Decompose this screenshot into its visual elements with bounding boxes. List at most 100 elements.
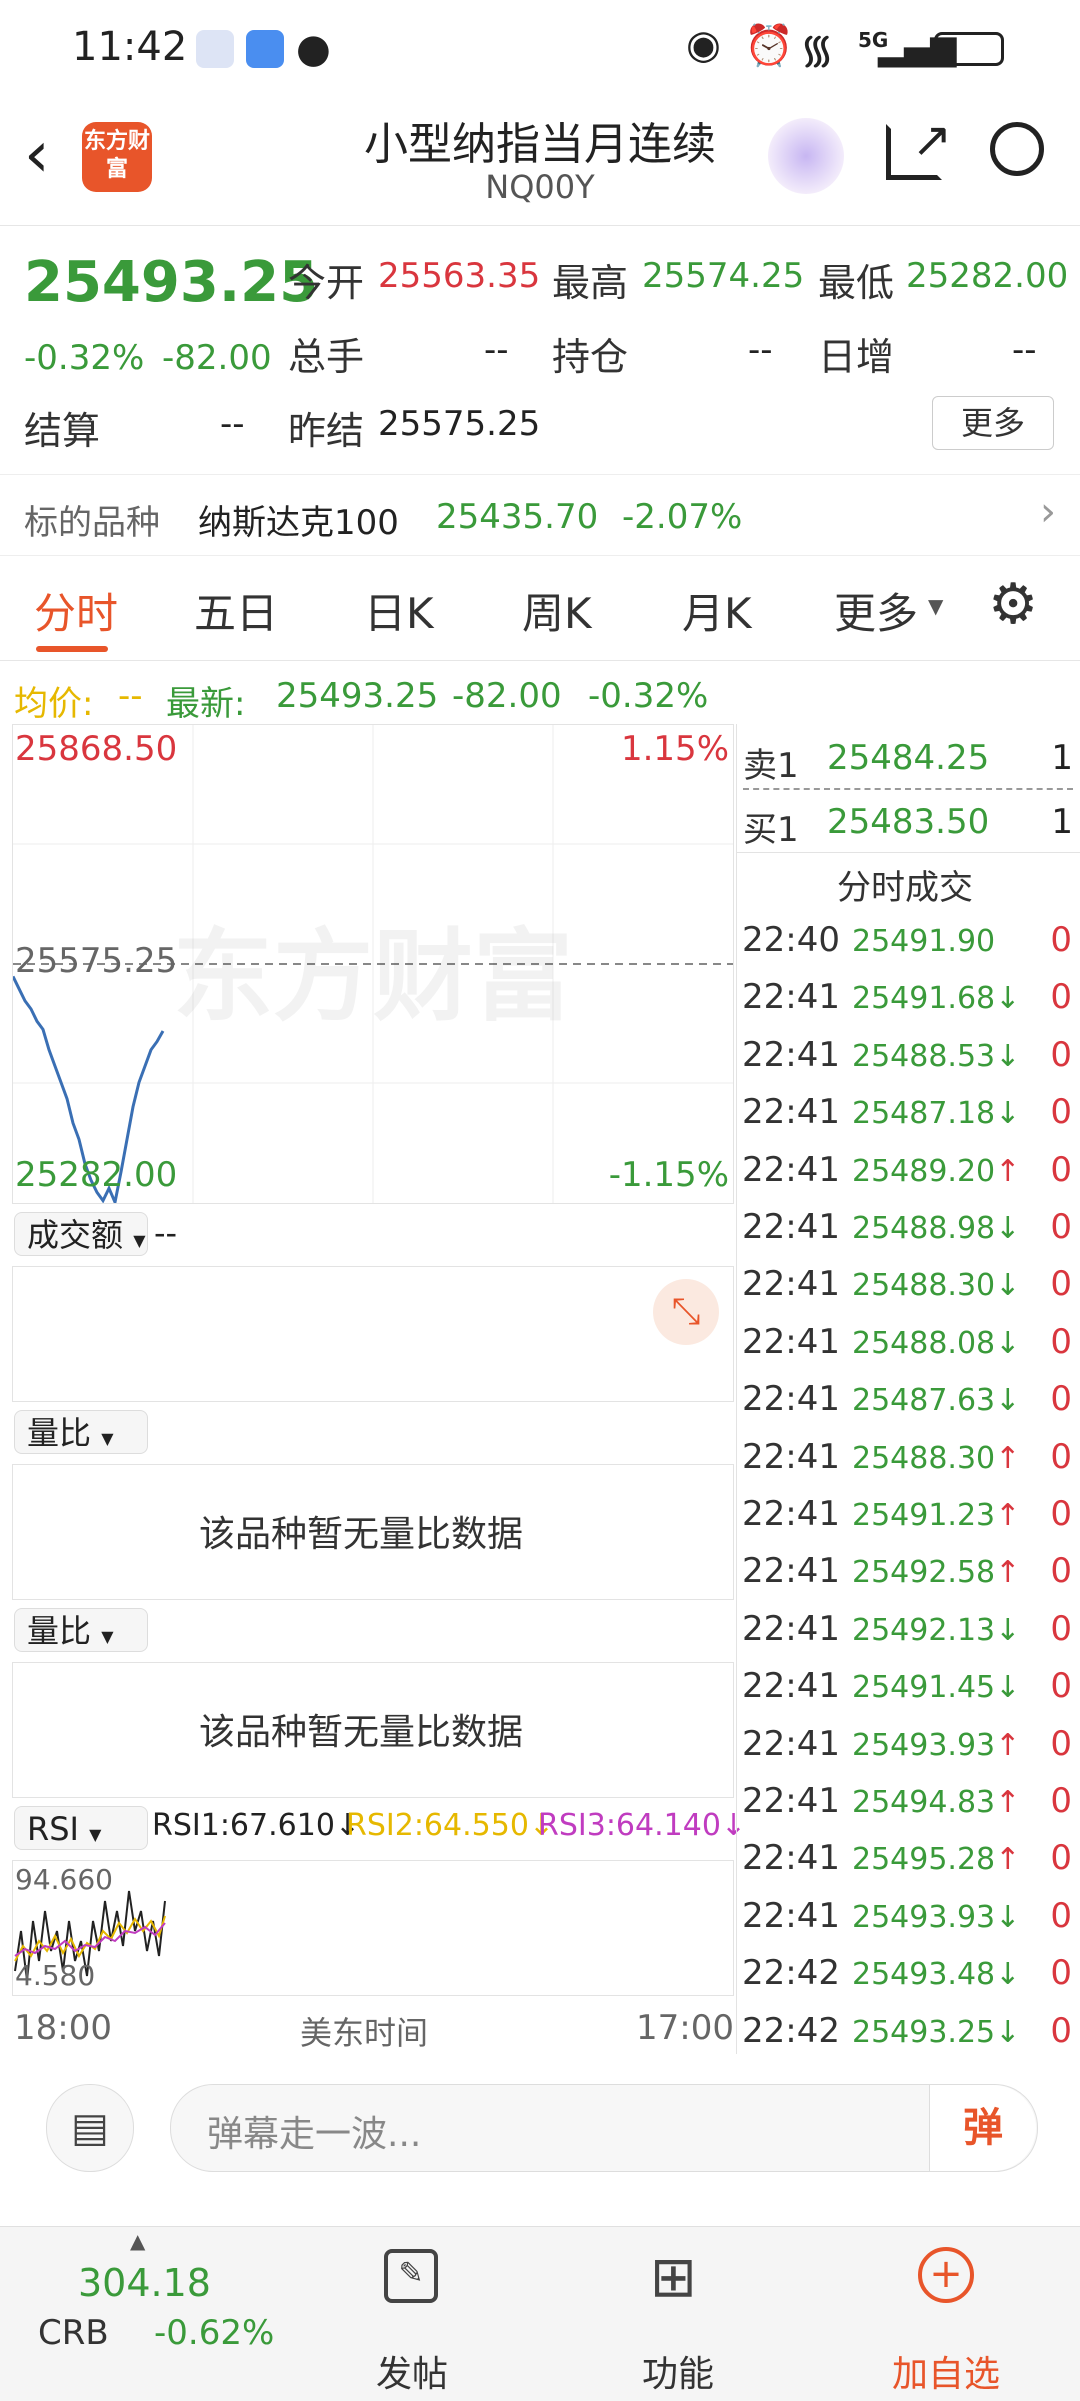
battery-icon: [934, 32, 1004, 66]
status-bar: 11:42 ● ◉ ⏰ ᯾ 5G ▂▄▆: [0, 0, 1080, 100]
robot-avatar-icon[interactable]: [768, 118, 844, 194]
dropdown-triangle-icon: ▼: [101, 1627, 114, 1646]
trade-price: 25492.13↓: [852, 1613, 1020, 1648]
trade-price-value: 25493.25: [852, 2014, 996, 2050]
ratio-selector-label-2: 量比: [27, 1612, 92, 1650]
open-interest-value: --: [748, 330, 773, 370]
add-watchlist-button[interactable]: + 加自选: [846, 2227, 1046, 2401]
ask-price: 25484.25: [827, 738, 990, 778]
rsi3-value: RSI3:64.140↓: [538, 1808, 747, 1843]
daily-increase-value: --: [1012, 330, 1037, 370]
trade-row: 22:41 25495.28↑ 0: [742, 1832, 1080, 1889]
trade-row: 22:41 25488.53↓ 0: [742, 1029, 1080, 1086]
trade-volume: 0: [1050, 1895, 1072, 1936]
trade-row: 22:41 25488.30↓ 0: [742, 1258, 1080, 1315]
arrow-up-icon: ↑: [995, 1555, 1021, 1591]
trade-price: 25488.30↓: [852, 1268, 1020, 1303]
ratio-indicator-selector-1[interactable]: 量比 ▼: [14, 1410, 148, 1454]
tab-five-day[interactable]: 五日: [194, 580, 278, 641]
latest-label: 最新:: [166, 684, 246, 724]
app-notification-icon: [196, 30, 234, 68]
trade-time: 22:41: [742, 1207, 840, 1247]
trade-row: 22:41 25487.63↓ 0: [742, 1373, 1080, 1430]
trade-price-value: 25495.28: [852, 1842, 996, 1878]
qq-icon: ●: [296, 26, 331, 72]
trade-price: 25491.45↓: [852, 1670, 1020, 1705]
brand-logo[interactable]: 东方财富: [82, 122, 152, 192]
rsi-selector-label: RSI: [27, 1810, 79, 1848]
post-button[interactable]: ✎ 发帖: [312, 2227, 512, 2401]
trade-price: 25495.28↑: [852, 1842, 1020, 1877]
open-label: 今开: [288, 261, 365, 305]
arrow-down-icon: ↓: [995, 1957, 1021, 1993]
arrow-up-icon: ↑: [995, 1498, 1021, 1533]
function-button[interactable]: ⊞ 功能: [578, 2227, 778, 2401]
chart-top-pct: 1.15%: [620, 729, 729, 769]
trade-volume: 0: [1050, 1494, 1072, 1534]
crb-index-widget[interactable]: ▲ 304.18 CRB -0.62%: [20, 2227, 280, 2401]
trade-price: 25487.63↓: [852, 1383, 1020, 1418]
trade-volume: 0: [1050, 1666, 1072, 1707]
rsi-chart[interactable]: 94.660 4.580: [12, 1860, 734, 1996]
trade-price: 25488.08↓: [852, 1326, 1020, 1361]
trade-volume: 0: [1050, 920, 1072, 960]
volume-chart[interactable]: ⤡: [12, 1266, 734, 1402]
danmu-input-box[interactable]: 弹幕走一波... 弹: [170, 2084, 1038, 2172]
trade-time: 22:42: [742, 2010, 840, 2051]
trade-time: 22:40: [742, 920, 840, 960]
tab-intraday[interactable]: 分时: [34, 580, 118, 641]
trade-price: 25491.23↑: [852, 1498, 1020, 1533]
trade-volume: 0: [1050, 1321, 1072, 1362]
settle-label: 结算: [24, 409, 101, 453]
trade-time: 22:41: [742, 1436, 840, 1477]
latest-change: -82.00: [452, 676, 562, 716]
high-label: 最高: [552, 261, 629, 305]
ask-label: 卖1: [743, 746, 799, 786]
search-icon[interactable]: [990, 122, 1044, 176]
trade-row: 22:41 25488.30↑ 0: [742, 1431, 1080, 1488]
danmu-input[interactable]: 弹幕走一波...: [207, 2105, 421, 2157]
trade-price: 25489.20↑: [852, 1154, 1020, 1189]
quote-panel: 25493.25 -0.32% -82.00 今开 25563.35 最高 25…: [0, 226, 1080, 474]
tab-weekly-k[interactable]: 周K: [522, 580, 592, 641]
latest-change-pct: -0.32%: [588, 676, 709, 716]
dropdown-triangle-icon: ▼: [89, 1825, 102, 1844]
trade-volume: 0: [1050, 1551, 1072, 1592]
rsi-indicator-selector[interactable]: RSI ▼: [14, 1806, 148, 1850]
volume-indicator-selector[interactable]: 成交额 ▼: [14, 1212, 148, 1256]
trade-row: 22:42 25493.25↓ 0: [742, 2005, 1080, 2062]
tab-daily-k[interactable]: 日K: [364, 580, 434, 641]
last-price: 25493.25: [24, 250, 319, 315]
danmu-toggle-button[interactable]: 弹: [929, 2085, 1036, 2171]
trade-price-value: 25488.53: [852, 1038, 996, 1074]
comment-settings-icon[interactable]: ▤: [46, 2084, 134, 2172]
ratio-indicator-selector-2[interactable]: 量比 ▼: [14, 1608, 148, 1652]
tab-monthly-k[interactable]: 月K: [682, 580, 752, 641]
trade-time: 22:41: [742, 1379, 840, 1420]
trade-price-value: 25487.63: [852, 1383, 996, 1419]
trade-row: 22:41 25491.45↓ 0: [742, 1660, 1080, 1717]
axis-end-time: 17:00: [636, 2008, 734, 2048]
more-button[interactable]: 更多: [932, 396, 1054, 450]
tab-more[interactable]: 更多: [834, 580, 918, 641]
back-icon[interactable]: ‹: [24, 118, 50, 192]
settings-gear-icon[interactable]: ⚙: [988, 572, 1038, 637]
edit-icon: ✎: [384, 2249, 438, 2303]
expand-icon[interactable]: ⤡: [653, 1279, 719, 1345]
underlying-label: 标的品种: [24, 503, 160, 543]
arrow-down-icon: ↓: [995, 1268, 1021, 1304]
arrow-down-icon: ↓: [995, 1325, 1021, 1361]
rsi2-value: RSI2:64.550↓: [346, 1808, 555, 1843]
rsi-bottom-value: 4.580: [15, 1959, 96, 1992]
trade-volume: 0: [1050, 1207, 1072, 1247]
trade-time: 22:41: [742, 1551, 840, 1592]
trade-row: 22:41 25492.58↑ 0: [742, 1545, 1080, 1602]
ask-volume: 1: [1051, 738, 1073, 778]
trade-volume: 0: [1050, 1379, 1072, 1420]
low-value: 25282.00: [906, 256, 1069, 296]
underlying-row[interactable]: 标的品种 纳斯达克100 25435.70 -2.07% ›: [0, 474, 1080, 556]
intraday-chart[interactable]: 东方财富 25868.50 1.15% 25575.25 25282.00 -1…: [12, 724, 734, 1204]
ratio-empty-text-2: 该品种暂无量比数据: [199, 1712, 524, 1753]
ratio-selector-label-1: 量比: [27, 1414, 92, 1452]
bid-volume: 1: [1051, 802, 1073, 842]
